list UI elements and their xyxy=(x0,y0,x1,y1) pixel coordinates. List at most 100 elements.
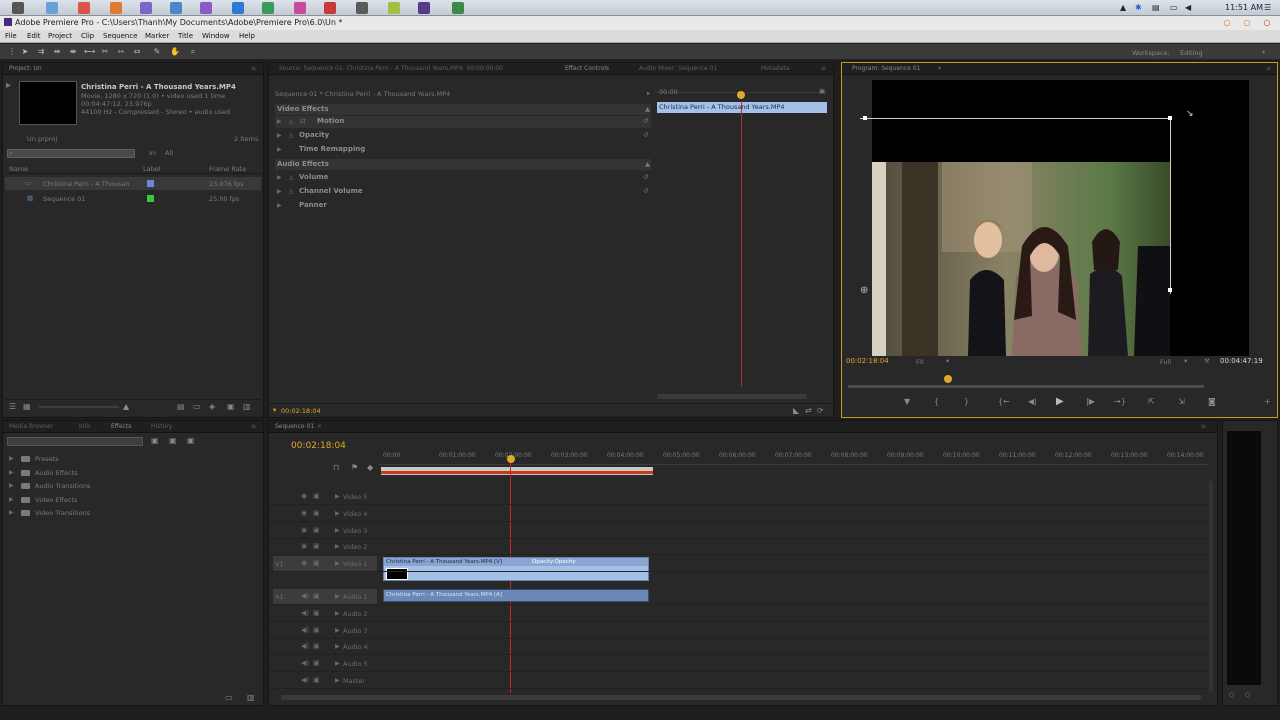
panel-menu-icon[interactable]: ≡ xyxy=(251,65,256,72)
program-playhead-marker[interactable] xyxy=(944,375,953,383)
speaker-icon[interactable]: ◀) xyxy=(301,609,309,617)
timeline-scrollbar[interactable] xyxy=(281,695,1201,700)
bluetooth-icon[interactable]: ✱ xyxy=(1135,3,1142,12)
expand-icon[interactable]: ▶ xyxy=(9,496,14,503)
add-marker-button[interactable]: ▼ xyxy=(904,397,910,406)
column-name[interactable]: Name xyxy=(9,165,28,173)
menu-edit[interactable]: Edit xyxy=(27,32,41,40)
tab-metadata[interactable]: Metadata xyxy=(761,65,789,72)
play-stop-button[interactable]: ▶ xyxy=(1056,396,1064,407)
audio-track[interactable]: ◀) ▣ ▶ Audio 3 xyxy=(269,623,1209,639)
expand-icon[interactable]: ▶ xyxy=(9,455,14,462)
effects-tree-item[interactable]: ▶ Audio Effects xyxy=(7,467,247,479)
expand-icon[interactable]: ▶ xyxy=(335,493,340,500)
effects-tree-item[interactable]: ▶ Video Transitions xyxy=(7,507,247,519)
program-zoom-bar[interactable] xyxy=(848,385,1204,388)
maximize-button[interactable]: ○ xyxy=(1242,18,1252,28)
reset-icon[interactable]: ↺ xyxy=(643,173,648,181)
effects-tree-item[interactable]: ▶ Audio Transitions xyxy=(7,480,247,492)
workspace-select[interactable]: Editing xyxy=(1180,49,1203,57)
effects-tree-item[interactable]: ▶ Presets xyxy=(7,453,247,465)
eye-icon[interactable]: ◉ xyxy=(301,492,307,500)
app-icon[interactable] xyxy=(388,2,400,14)
lock-icon[interactable]: ▣ xyxy=(313,642,320,650)
expand-icon[interactable]: ▶ xyxy=(9,482,14,489)
tab-history[interactable]: History xyxy=(151,423,172,430)
settings-wrench-icon[interactable]: ⚒ xyxy=(1204,357,1210,365)
zoom-in-icon[interactable]: ⇄ xyxy=(805,406,812,415)
audio-track[interactable]: ◀) ▣ ▶ Audio 2 xyxy=(269,606,1209,622)
timeline-ruler[interactable]: 00:0000:01:00:0000:02:00:0000:03:00:0000… xyxy=(379,449,1209,465)
rolling-edit-tool-icon[interactable]: ⇼ xyxy=(68,47,78,57)
new-bin-icon[interactable]: ▭ xyxy=(225,693,233,702)
lock-icon[interactable]: ▣ xyxy=(313,526,320,534)
video-track[interactable]: ◉ ▣ ▶ Video 2 xyxy=(269,539,1209,556)
slip-tool-icon[interactable]: ⇿ xyxy=(116,47,126,57)
effects-search-input[interactable] xyxy=(7,437,143,446)
menu-file[interactable]: File xyxy=(5,32,17,40)
bounding-box-top-edge[interactable] xyxy=(860,118,1170,119)
label-color-swatch[interactable] xyxy=(147,195,154,202)
accelerated-effects-icon[interactable]: ▣ xyxy=(151,436,159,445)
ec-ruler-icon[interactable]: ▣ xyxy=(819,87,825,95)
close-button[interactable]: ○ xyxy=(1262,18,1272,28)
app-icon[interactable] xyxy=(356,2,368,14)
lift-button[interactable]: ⇱ xyxy=(1148,397,1155,406)
effect-row-time-remapping[interactable]: ▶ Time Remapping xyxy=(275,144,651,156)
volume-icon[interactable]: ◀ xyxy=(1185,3,1191,12)
effect-row-channel-volume[interactable]: ▶ ◬ Channel Volume ↺ xyxy=(275,186,651,198)
lock-icon[interactable]: ▣ xyxy=(313,626,320,634)
expand-icon[interactable]: ▶ xyxy=(335,610,340,617)
ripple-edit-tool-icon[interactable]: ⇹ xyxy=(52,47,62,57)
timeline-playhead-marker[interactable] xyxy=(507,455,515,463)
tab-project[interactable]: Project: Un xyxy=(9,65,42,72)
speaker-icon[interactable]: ◀) xyxy=(301,626,309,634)
finder-icon[interactable] xyxy=(46,2,58,14)
program-current-time[interactable]: 00:02:18:04 xyxy=(846,357,889,365)
reset-icon[interactable]: ↺ xyxy=(643,131,648,139)
bounding-box-right-edge[interactable] xyxy=(1170,118,1171,294)
panel-menu-icon[interactable]: ≡ xyxy=(821,65,826,72)
lock-icon[interactable]: ▣ xyxy=(313,492,320,500)
new-item-icon[interactable]: ◈ xyxy=(209,402,215,411)
ec-scrollbar[interactable] xyxy=(657,394,807,399)
zoom-slider[interactable] xyxy=(39,406,119,408)
menu-marker[interactable]: Marker xyxy=(145,32,169,40)
solo-right-icon[interactable]: ○ xyxy=(1245,691,1250,698)
speaker-icon[interactable]: ◀) xyxy=(301,659,309,667)
new-bin-icon[interactable]: ▭ xyxy=(193,402,201,411)
expand-icon[interactable]: ▶ xyxy=(335,543,340,550)
expand-icon[interactable]: ▶ xyxy=(335,593,340,600)
video-track[interactable]: ◉ ▣ ▶ Video 5 xyxy=(269,489,1209,505)
find-icon[interactable]: ▤ xyxy=(177,402,185,411)
app-icon[interactable] xyxy=(170,2,182,14)
effect-row-panner[interactable]: ▶ Panner xyxy=(275,200,651,212)
expand-icon[interactable]: ▶ xyxy=(335,627,340,634)
app-icon[interactable] xyxy=(200,2,212,14)
timeline-vertical-scrollbar[interactable] xyxy=(1209,481,1213,691)
fit-dropdown-icon[interactable]: ▾ xyxy=(946,357,949,365)
eye-icon[interactable]: ◉ xyxy=(301,559,307,567)
mark-out-button[interactable]: } xyxy=(964,397,969,406)
lock-icon[interactable]: ▣ xyxy=(313,609,320,617)
ec-timecode[interactable]: 00:02:18:04 xyxy=(281,407,321,415)
ec-scroll-icon[interactable]: ▸ xyxy=(647,89,650,97)
workspace-dropdown-icon[interactable]: ▾ xyxy=(1262,48,1265,56)
32bit-effects-icon[interactable]: ▣ xyxy=(169,436,177,445)
list-view-icon[interactable]: ☰ xyxy=(9,402,16,411)
step-back-button[interactable]: ◀| xyxy=(1028,397,1037,406)
lock-icon[interactable]: ▣ xyxy=(313,676,320,684)
ec-playhead-marker[interactable] xyxy=(737,91,745,99)
app-icon[interactable] xyxy=(324,2,336,14)
button-editor-icon[interactable]: + xyxy=(1264,397,1271,406)
solo-left-icon[interactable]: ○ xyxy=(1229,691,1234,698)
yuv-effects-icon[interactable]: ▣ xyxy=(187,436,195,445)
video-track[interactable]: V1 ◉ ▣ ▶ Video 1 xyxy=(269,556,1209,573)
clear-icon[interactable]: ▣ xyxy=(227,402,235,411)
razor-tool-icon[interactable]: ✂ xyxy=(100,47,110,57)
extract-button[interactable]: ⇲ xyxy=(1178,397,1185,406)
audio-track[interactable]: ◀) ▣ ▶ Audio 5 xyxy=(269,656,1209,673)
close-tab-icon[interactable]: × xyxy=(317,423,322,430)
automate-to-sequence-icon[interactable]: ▲ xyxy=(123,402,129,411)
effects-tree-item[interactable]: ▶ Video Effects xyxy=(7,494,247,506)
